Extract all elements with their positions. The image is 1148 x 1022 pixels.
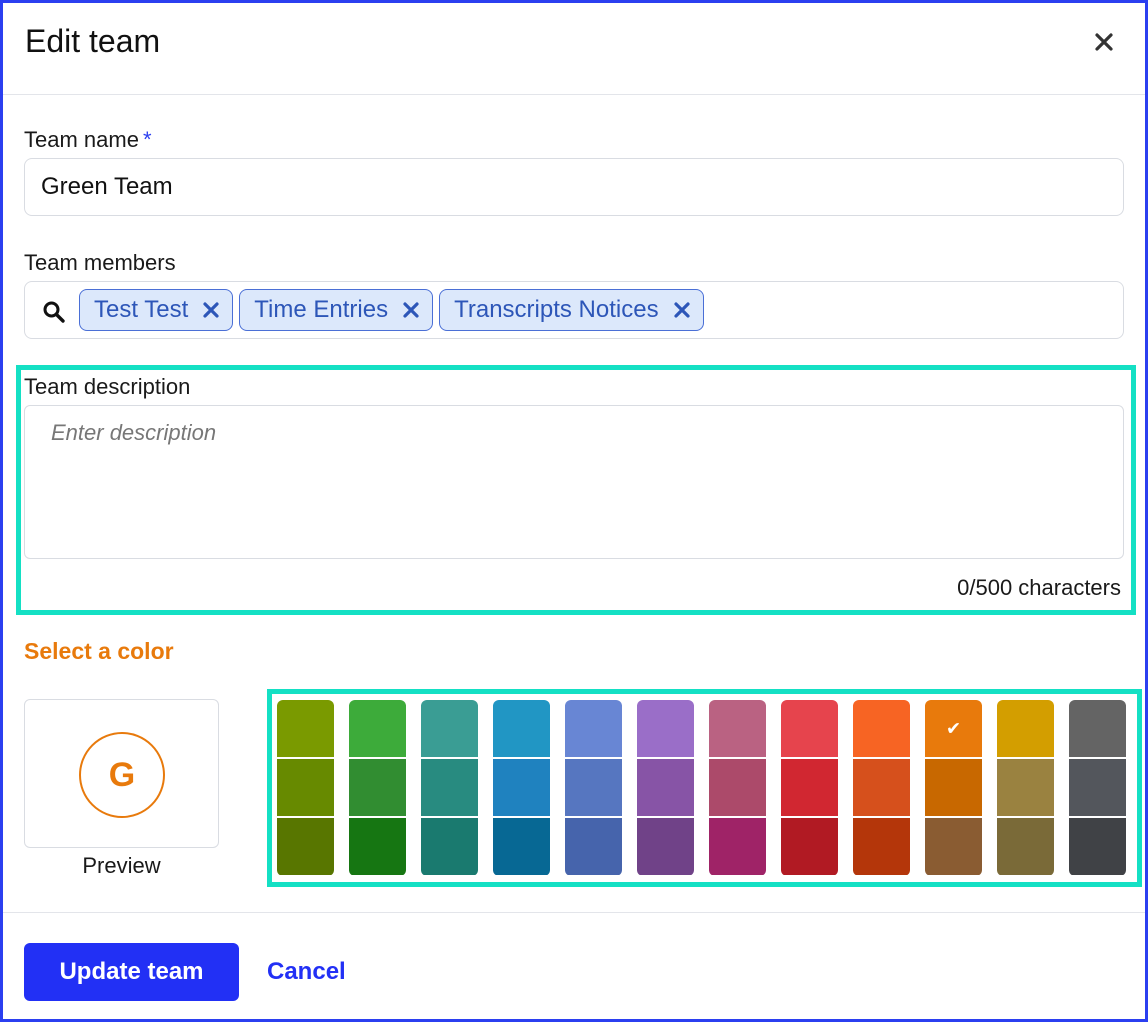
member-chip-label: Test Test [94,296,189,323]
color-swatch[interactable] [349,700,406,757]
color-swatch[interactable] [853,700,910,757]
palette-column: ✔ [925,700,982,876]
color-swatch[interactable] [997,818,1054,875]
color-swatch[interactable] [925,818,982,875]
team-name-value: Green Team [41,173,173,200]
color-swatch[interactable]: ✔ [925,700,982,757]
color-swatch[interactable] [709,759,766,816]
color-swatch[interactable] [277,700,334,757]
update-team-button[interactable]: Update team [24,943,239,1001]
color-swatch[interactable] [1069,700,1126,757]
team-description-label: Team description [24,374,191,399]
team-members-field[interactable]: Test Test Time Entries Transcripts Notic… [24,281,1124,339]
color-swatch[interactable] [925,759,982,816]
palette-column [1069,700,1126,876]
color-swatch[interactable] [277,759,334,816]
color-swatch[interactable] [853,759,910,816]
edit-team-dialog: Edit team Team name * Green Team Team mem… [0,0,1148,1022]
color-swatch[interactable] [349,818,406,875]
color-swatch[interactable] [277,818,334,875]
color-swatch[interactable] [781,818,838,875]
palette-column [349,700,406,876]
color-swatch[interactable] [565,818,622,875]
color-swatch[interactable] [637,818,694,875]
dialog-footer: Update team Cancel [3,912,1145,1022]
color-swatch[interactable] [421,759,478,816]
team-name-label: Team name * [24,127,152,153]
palette-column [997,700,1054,876]
color-swatch[interactable] [709,818,766,875]
close-button[interactable] [1091,29,1117,55]
color-swatch[interactable] [565,759,622,816]
member-chip: Time Entries [239,289,434,331]
team-name-label-text: Team name [24,127,139,152]
color-swatch[interactable] [781,700,838,757]
color-swatch[interactable] [493,700,550,757]
palette-column [565,700,622,876]
select-color-heading: Select a color [24,638,174,664]
member-chip-label: Time Entries [254,296,389,323]
color-swatch[interactable] [637,759,694,816]
remove-chip-icon[interactable] [202,301,220,319]
preview-label: Preview [82,853,161,878]
palette-column [493,700,550,876]
close-icon [1095,33,1113,51]
character-counter: 0/500 characters [957,575,1121,600]
preview-avatar: G [79,732,165,818]
color-swatch[interactable] [565,700,622,757]
checkmark-icon: ✔ [945,718,962,738]
palette-column [421,700,478,876]
color-swatch[interactable] [997,759,1054,816]
color-swatch[interactable] [493,818,550,875]
palette-column [853,700,910,876]
color-swatch[interactable] [709,700,766,757]
team-description-input[interactable] [24,405,1124,559]
team-members-label: Team members [24,250,176,275]
color-swatch[interactable] [349,759,406,816]
color-preview-card: G [24,699,219,848]
color-swatch[interactable] [781,759,838,816]
team-name-input[interactable]: Green Team [24,158,1124,216]
cancel-button[interactable]: Cancel [267,943,346,1001]
palette-column [781,700,838,876]
dialog-title: Edit team [25,23,161,59]
color-swatch[interactable] [853,818,910,875]
color-palette: ✔ [277,700,1126,876]
member-chip: Transcripts Notices [439,289,704,331]
color-swatch[interactable] [637,700,694,757]
member-chip-label: Transcripts Notices [454,296,659,323]
dialog-header: Edit team [3,3,1145,95]
color-swatch[interactable] [421,818,478,875]
search-icon [43,301,65,323]
color-swatch[interactable] [1069,818,1126,875]
palette-column [277,700,334,876]
remove-chip-icon[interactable] [673,301,691,319]
required-mark: * [142,127,152,152]
palette-column [637,700,694,876]
color-swatch[interactable] [493,759,550,816]
remove-chip-icon[interactable] [402,301,420,319]
palette-column [709,700,766,876]
color-swatch[interactable] [997,700,1054,757]
member-chip: Test Test [79,289,234,331]
color-swatch[interactable] [1069,759,1126,816]
color-swatch[interactable] [421,700,478,757]
